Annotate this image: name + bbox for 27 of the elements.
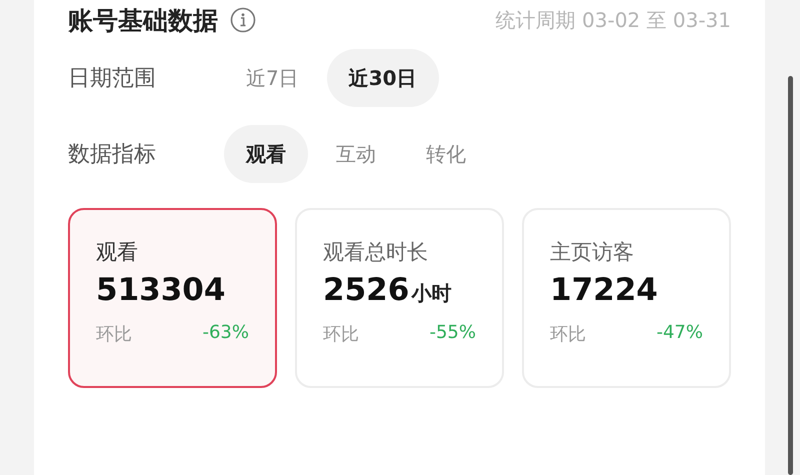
change-value: -63% <box>202 322 249 345</box>
filter-option[interactable]: 观看 <box>224 125 308 183</box>
period-text: 统计周期 03-02 至 03-31 <box>496 6 731 34</box>
filter-option[interactable]: 近7日 <box>224 49 321 107</box>
metric-card[interactable]: 观看总时长 2526小时 环比 -55% <box>295 208 504 388</box>
compare-label: 环比 <box>550 323 586 346</box>
metric-unit: 小时 <box>411 280 452 307</box>
metric-value: 2526 <box>323 272 410 308</box>
metric-value: 17224 <box>550 272 658 308</box>
metric-label: 观看 <box>96 239 139 266</box>
filter-label: 数据指标 <box>68 141 157 169</box>
metric-value: 513304 <box>96 272 226 308</box>
section-title: 账号基础数据 <box>68 4 218 36</box>
info-icon[interactable] <box>230 7 256 33</box>
metric-label: 观看总时长 <box>323 239 429 266</box>
filter-option[interactable]: 互动 <box>314 125 398 183</box>
compare-label: 环比 <box>323 323 359 346</box>
scrollbar-thumb[interactable] <box>788 76 793 475</box>
filter-option[interactable]: 转化 <box>404 125 488 183</box>
filter-option[interactable]: 近30日 <box>326 49 439 107</box>
metric-label: 主页访客 <box>550 239 635 266</box>
change-value: -47% <box>656 322 703 345</box>
metric-card[interactable]: 观看 513304 环比 -63% <box>68 208 277 388</box>
compare-label: 环比 <box>96 323 132 346</box>
metric-card[interactable]: 主页访客 17224 环比 -47% <box>522 208 731 388</box>
filter-label: 日期范围 <box>68 65 157 93</box>
change-value: -55% <box>429 322 476 345</box>
